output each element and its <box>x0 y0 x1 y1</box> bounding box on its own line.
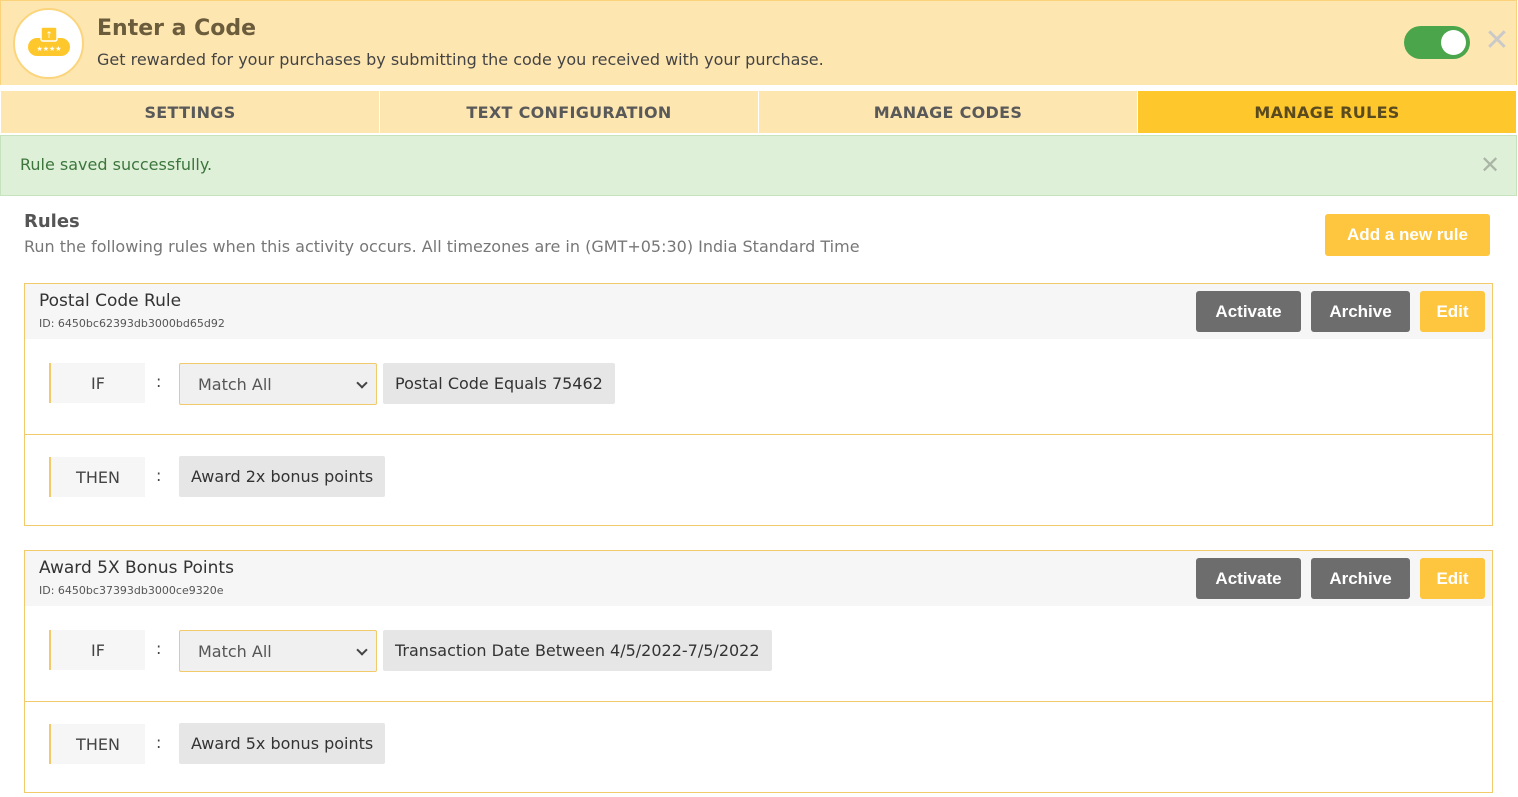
rule-then-row: THEN : Award 2x bonus points <box>25 436 1492 526</box>
match-type-select[interactable]: Match All <box>179 630 377 672</box>
match-type-value: Match All <box>198 375 272 394</box>
match-type-select[interactable]: Match All <box>179 363 377 405</box>
rule-id: ID: 6450bc62393db3000bd65d92 <box>39 317 225 330</box>
toggle-knob <box>1441 30 1466 55</box>
rule-card: Award 5X Bonus Points ID: 6450bc37393db3… <box>24 550 1493 793</box>
coupon-ticket-icon: ↑ ★★★★ <box>27 25 70 56</box>
rule-name: Award 5X Bonus Points <box>39 558 234 578</box>
edit-button[interactable]: Edit <box>1420 558 1485 599</box>
rules-heading: Rules <box>24 211 80 232</box>
separator: : <box>156 466 162 485</box>
alert-message: Rule saved successfully. <box>20 155 213 174</box>
rule-id: ID: 6450bc37393db3000ce9320e <box>39 584 224 597</box>
activity-enabled-toggle[interactable] <box>1404 26 1470 59</box>
close-icon[interactable]: ✕ <box>1483 25 1511 57</box>
tab-manage-codes[interactable]: MANAGE CODES <box>759 91 1138 133</box>
tab-text-configuration[interactable]: TEXT CONFIGURATION <box>380 91 759 133</box>
activity-logo: ↑ ★★★★ <box>13 8 84 79</box>
then-keyword: THEN <box>49 457 145 497</box>
match-type-value: Match All <box>198 642 272 661</box>
chevron-down-icon <box>356 377 368 389</box>
rule-card-header: Award 5X Bonus Points ID: 6450bc37393db3… <box>25 551 1492 606</box>
then-keyword: THEN <box>49 724 145 764</box>
svg-text:★★★★: ★★★★ <box>36 45 61 53</box>
rule-card-header: Postal Code Rule ID: 6450bc62393db3000bd… <box>25 284 1492 339</box>
rule-if-row: IF : Match All Postal Code Equals 75462 <box>25 339 1492 435</box>
activity-subtitle: Get rewarded for your purchases by submi… <box>97 50 824 69</box>
rule-action: Award 2x bonus points <box>179 456 386 497</box>
close-icon[interactable]: ✕ <box>1477 150 1503 180</box>
svg-text:↑: ↑ <box>45 31 53 41</box>
activate-button[interactable]: Activate <box>1196 558 1301 599</box>
chevron-down-icon <box>356 644 368 656</box>
rules-description: Run the following rules when this activi… <box>24 237 860 256</box>
activity-title: Enter a Code <box>97 16 257 41</box>
edit-button[interactable]: Edit <box>1420 291 1485 332</box>
rule-then-row: THEN : Award 5x bonus points <box>25 703 1492 793</box>
tab-bar: SETTINGS TEXT CONFIGURATION MANAGE CODES… <box>1 91 1516 133</box>
page: ↑ ★★★★ Enter a Code Get rewarded for you… <box>0 0 1518 797</box>
tab-settings[interactable]: SETTINGS <box>1 91 380 133</box>
separator: : <box>156 733 162 752</box>
archive-button[interactable]: Archive <box>1311 291 1410 332</box>
if-keyword: IF <box>49 630 145 670</box>
activity-header: ↑ ★★★★ Enter a Code Get rewarded for you… <box>0 0 1517 85</box>
rule-condition: Transaction Date Between 4/5/2022-7/5/20… <box>383 630 772 671</box>
archive-button[interactable]: Archive <box>1311 558 1410 599</box>
rule-name: Postal Code Rule <box>39 291 182 311</box>
rule-if-row: IF : Match All Transaction Date Between … <box>25 606 1492 702</box>
activate-button[interactable]: Activate <box>1196 291 1301 332</box>
separator: : <box>156 372 162 391</box>
rule-card: Postal Code Rule ID: 6450bc62393db3000bd… <box>24 283 1493 526</box>
separator: : <box>156 639 162 658</box>
success-alert: Rule saved successfully. ✕ <box>0 135 1517 196</box>
rule-action: Award 5x bonus points <box>179 723 386 764</box>
tab-manage-rules[interactable]: MANAGE RULES <box>1138 91 1516 133</box>
add-new-rule-button[interactable]: Add a new rule <box>1325 214 1490 256</box>
rule-condition: Postal Code Equals 75462 <box>383 363 615 404</box>
if-keyword: IF <box>49 363 145 403</box>
